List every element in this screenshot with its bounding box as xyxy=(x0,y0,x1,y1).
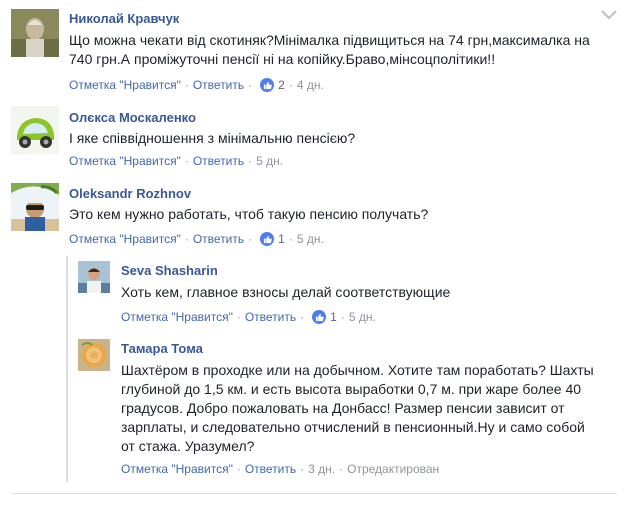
separator: · xyxy=(248,78,253,92)
separator: · xyxy=(340,310,345,324)
reply-link[interactable]: Ответить xyxy=(245,462,296,476)
reply-author[interactable]: Seva Shasharin xyxy=(121,263,218,278)
comment-text: Это кем нужно работать, чтоб такую пенси… xyxy=(69,206,429,222)
reply-link[interactable]: Ответить xyxy=(193,78,244,92)
avatar[interactable] xyxy=(11,9,59,57)
avatar[interactable] xyxy=(11,106,59,154)
comment-actions: Отметка "Нравится" · Ответить · 2 · 4 дн… xyxy=(69,78,324,92)
timestamp[interactable]: 3 дн. xyxy=(308,462,335,476)
reactions[interactable]: 2 xyxy=(260,78,285,92)
like-link[interactable]: Отметка "Нравится" xyxy=(121,310,233,324)
edited-label[interactable]: Отредактирован xyxy=(347,462,439,476)
like-link[interactable]: Отметка "Нравится" xyxy=(69,154,181,168)
timestamp[interactable]: 5 дн. xyxy=(297,232,324,246)
reply-actions: Отметка "Нравится" · Ответить · 3 дн. · … xyxy=(121,462,439,476)
separator: · xyxy=(288,232,293,246)
reply-author[interactable]: Тамара Тома xyxy=(121,341,203,356)
comment-actions: Отметка "Нравится" · Ответить · 5 дн. xyxy=(69,154,283,168)
reply-thread-line xyxy=(66,256,68,482)
separator: · xyxy=(184,78,189,92)
chevron-down-icon[interactable] xyxy=(600,9,618,21)
separator: · xyxy=(184,232,189,246)
thumbs-up-icon xyxy=(260,232,275,246)
like-link[interactable]: Отметка "Нравится" xyxy=(69,232,181,246)
divider xyxy=(12,493,617,494)
thumbs-up-icon xyxy=(312,310,327,324)
separator: · xyxy=(248,232,253,246)
separator: · xyxy=(339,462,344,476)
reaction-count: 2 xyxy=(278,78,285,92)
avatar[interactable] xyxy=(11,183,59,231)
reply-link[interactable]: Ответить xyxy=(193,232,244,246)
separator: · xyxy=(288,78,293,92)
separator: · xyxy=(236,462,241,476)
reply-text: Хоть кем, главное взносы делай соответст… xyxy=(121,284,451,300)
reply-text: Шахтёром в проходке или на добычном. Хот… xyxy=(121,362,594,454)
comment-author[interactable]: Oleksandr Rozhnov xyxy=(69,186,191,201)
reaction-count: 1 xyxy=(278,232,285,246)
reply-link[interactable]: Ответить xyxy=(245,310,296,324)
comment-text: І яке співвідношення з мінімальню пенсіє… xyxy=(69,130,356,146)
separator: · xyxy=(184,154,189,168)
separator: · xyxy=(300,462,305,476)
like-link[interactable]: Отметка "Нравится" xyxy=(121,462,233,476)
like-link[interactable]: Отметка "Нравится" xyxy=(69,78,181,92)
timestamp[interactable]: 5 дн. xyxy=(256,154,283,168)
comment-text: Що можна чекати від скотиняк?Мінімалка п… xyxy=(69,32,590,67)
comment-actions: Отметка "Нравится" · Ответить · 1 · 5 дн… xyxy=(69,232,324,246)
reactions[interactable]: 1 xyxy=(260,232,285,246)
avatar[interactable] xyxy=(78,339,110,371)
reply-actions: Отметка "Нравится" · Ответить · 1 · 5 дн… xyxy=(121,310,376,324)
reaction-count: 1 xyxy=(330,310,337,324)
avatar[interactable] xyxy=(78,261,110,293)
separator: · xyxy=(248,154,253,168)
timestamp[interactable]: 4 дн. xyxy=(297,78,324,92)
comment-author[interactable]: Олєкса Москаленко xyxy=(69,110,196,125)
timestamp[interactable]: 5 дн. xyxy=(349,310,376,324)
reply-link[interactable]: Ответить xyxy=(193,154,244,168)
comment-author[interactable]: Николай Кравчук xyxy=(69,11,179,26)
reactions[interactable]: 1 xyxy=(312,310,337,324)
separator: · xyxy=(300,310,305,324)
separator: · xyxy=(236,310,241,324)
thumbs-up-icon xyxy=(260,78,275,92)
